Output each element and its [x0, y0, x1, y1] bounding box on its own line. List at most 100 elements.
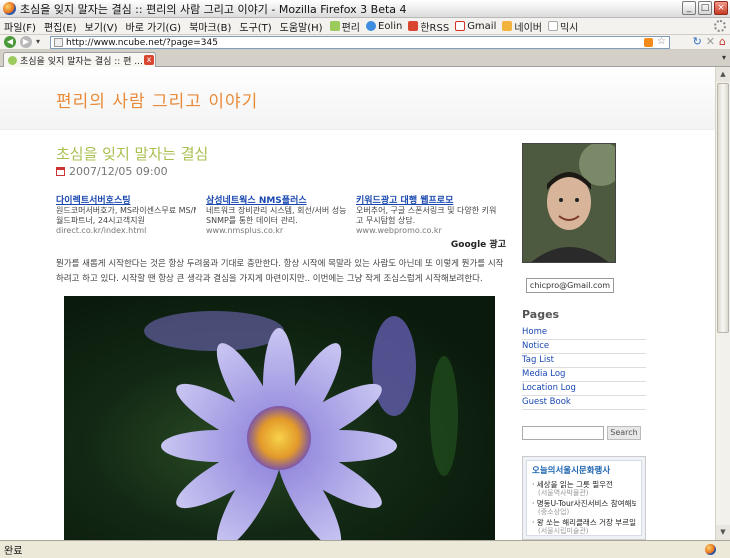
rss-icon: [408, 21, 419, 31]
page-icon: [547, 21, 558, 31]
menu-go[interactable]: 바로 가기(G): [122, 19, 186, 34]
bookmark-pyeonri[interactable]: 편리: [327, 19, 363, 34]
close-button[interactable]: ×: [714, 1, 728, 15]
search-input[interactable]: [522, 426, 604, 440]
ad-item[interactable]: 키워드광고 대행 웹프로모 오버추어, 구글 스폰서링크 및 다양한 키워드탕 …: [356, 193, 496, 235]
firefox-status-icon: [705, 544, 716, 555]
water-lily-photo: [64, 296, 495, 540]
history-dropdown[interactable]: ▾: [34, 36, 42, 48]
ad-desc: 원드코머서버호가, MS라이센스무료 MS/Mysql: [56, 206, 196, 215]
page-link-guest-book[interactable]: Guest Book: [522, 396, 646, 410]
bookmark-star-icon[interactable]: ☆: [657, 36, 666, 47]
profile-photo: [522, 143, 616, 263]
status-text: 완료: [4, 546, 23, 557]
menu-help[interactable]: 도움말(H): [276, 19, 327, 34]
scroll-up-arrow-icon[interactable]: ▲: [716, 67, 730, 82]
nav-right-buttons: ↻ ✕ ⌂: [693, 35, 726, 49]
eolin-icon: [366, 21, 376, 31]
tab-active[interactable]: 초심을 잊지 말자는 결심 :: 편 ... x: [3, 52, 156, 67]
page-link-location-log[interactable]: Location Log: [522, 382, 646, 396]
naver-icon: [502, 21, 513, 31]
ad-url: www.webpromo.co.kr: [356, 226, 442, 235]
bookmark-gmail[interactable]: Gmail: [452, 21, 499, 32]
list-item-sub: (서울시립미술관): [538, 527, 589, 535]
email-badge: chicpro@Gmail.com: [526, 278, 614, 293]
stop-button[interactable]: ✕: [706, 35, 715, 49]
site-title[interactable]: 편리의 사람 그리고 이야기: [56, 87, 258, 112]
scroll-thumb[interactable]: [717, 83, 729, 333]
bookmark-naver[interactable]: 네이버: [499, 19, 545, 34]
pages-heading: Pages: [522, 308, 560, 321]
ad-desc: 오버추어, 구글 스폰서링크 및 다양한 키워드탕: [356, 206, 496, 215]
navigation-toolbar: ◀ ▶ ▾ http://www.ncube.net/?page=345 ☆ ↻…: [0, 35, 730, 50]
ad-item[interactable]: 다이렉트서버호스팅 원드코머서버호가, MS라이센스무료 MS/Mysql 월드…: [56, 193, 196, 235]
post-body: 뭔가를 새롭게 시작한다는 것은 항상 두려움과 기대로 충만한다. 항상 시작…: [56, 259, 504, 284]
forward-button[interactable]: ▶: [20, 36, 32, 48]
ad-title[interactable]: 삼성네트웍스 NMS플러스: [206, 193, 346, 206]
ad-url: www.nmsplus.co.kr: [206, 226, 284, 235]
ad-url: direct.co.kr/index.html: [56, 226, 147, 235]
google-ads-label[interactable]: Google 광고: [451, 237, 506, 250]
menu-view[interactable]: 보기(V): [81, 19, 122, 34]
scroll-down-arrow-icon[interactable]: ▼: [716, 525, 730, 540]
page-link-home[interactable]: Home: [522, 326, 646, 340]
ad-desc: 고 무시탐험 상담.: [356, 216, 416, 225]
url-bar[interactable]: http://www.ncube.net/?page=345 ☆: [50, 36, 670, 49]
ad-item[interactable]: 삼성네트웍스 NMS플러스 네트워크 장비관리 시스템, 회선/서버 성능분석,…: [206, 193, 346, 235]
tab-list-button[interactable]: ▾: [722, 53, 726, 62]
post-date: 2007/12/05 09:00: [56, 165, 168, 178]
maximize-button[interactable]: □: [698, 1, 712, 15]
avatar: [523, 144, 615, 262]
throbber-icon: [714, 20, 726, 32]
home-button[interactable]: ⌂: [719, 35, 726, 49]
gmail-icon: [455, 21, 466, 31]
list-item[interactable]: · 세상을 읽는 그릇 필우전: [532, 480, 636, 489]
leaf-icon: [8, 55, 17, 65]
window-title: 초심을 잊지 말자는 결심 :: 편리의 사람 그리고 이야기 - Mozill…: [20, 2, 407, 16]
water-lily-image: [144, 311, 458, 540]
list-item-sub: (서울역사박물관): [538, 489, 589, 497]
reload-button[interactable]: ↻: [693, 35, 702, 49]
leaf-icon: [329, 21, 340, 31]
culture-events-widget: 오늘의서울시문화행사 · 세상을 읽는 그릇 필우전 (서울역사박물관) · 명…: [522, 456, 646, 540]
tab-bar: 초심을 잊지 말자는 결심 :: 편 ... x ▾: [0, 50, 730, 67]
window-controls: _ □ ×: [682, 1, 728, 15]
list-item[interactable]: · 명동U-Tour사진서비스 참여해보세요!: [532, 499, 636, 508]
tab-close-button[interactable]: x: [144, 55, 154, 65]
firefox-icon: [3, 2, 16, 15]
pages-list: Home Notice Tag List Media Log Location …: [522, 326, 646, 410]
search-button[interactable]: Search: [607, 426, 641, 440]
sidebar-search: Search: [522, 426, 641, 440]
menu-bookmarks[interactable]: 북마크(B): [185, 19, 235, 34]
ad-desc: 네트워크 장비관리 시스템, 회선/서버 성능분석,: [206, 206, 346, 215]
ad-title[interactable]: 다이렉트서버호스팅: [56, 193, 196, 206]
feed-icon[interactable]: [644, 38, 653, 47]
menu-bar: 파일(F) 편집(E) 보기(V) 바로 가기(G) 북마크(B) 도구(T) …: [0, 18, 730, 35]
bookmark-mixsh[interactable]: 믹시: [545, 19, 581, 34]
menu-file[interactable]: 파일(F): [0, 19, 40, 34]
widget-title[interactable]: 오늘의서울시문화행사: [532, 464, 636, 476]
menu-edit[interactable]: 편집(E): [40, 19, 81, 34]
minimize-button[interactable]: _: [682, 1, 696, 15]
vertical-scrollbar[interactable]: ▲ ▼: [715, 67, 730, 540]
page-link-media-log[interactable]: Media Log: [522, 368, 646, 382]
site-favicon-icon: [54, 38, 63, 47]
ad-title[interactable]: 키워드광고 대행 웹프로모: [356, 193, 496, 206]
bookmark-eolin[interactable]: Eolin: [363, 21, 405, 32]
page-viewport: 편리의 사람 그리고 이야기 초심을 잊지 말자는 결심 2007/12/05 …: [0, 67, 715, 540]
page-link-tag-list[interactable]: Tag List: [522, 354, 646, 368]
page-link-notice[interactable]: Notice: [522, 340, 646, 354]
google-ads: 다이렉트서버호스팅 원드코머서버호가, MS라이센스무료 MS/Mysql 월드…: [56, 193, 506, 250]
menu-tools[interactable]: 도구(T): [235, 19, 275, 34]
site-header: 편리의 사람 그리고 이야기: [0, 67, 715, 130]
ad-desc: SNMP를 통한 데이터 관리.: [206, 216, 298, 225]
bookmark-hanrss[interactable]: 한RSS: [405, 19, 452, 34]
window-titlebar: 초심을 잊지 말자는 결심 :: 편리의 사람 그리고 이야기 - Mozill…: [0, 0, 730, 18]
list-item[interactable]: · 왕 쏘는 해리클래스 거장 부르일 류: [532, 518, 636, 527]
url-text[interactable]: http://www.ncube.net/?page=345: [66, 38, 218, 48]
post-date-text: 2007/12/05 09:00: [69, 165, 168, 178]
status-bar: 완료: [0, 540, 730, 558]
post-title[interactable]: 초심을 잊지 말자는 결심: [56, 143, 208, 164]
back-button[interactable]: ◀: [4, 36, 16, 48]
ad-desc: 월드파트너, 24시고객지원: [56, 216, 145, 225]
